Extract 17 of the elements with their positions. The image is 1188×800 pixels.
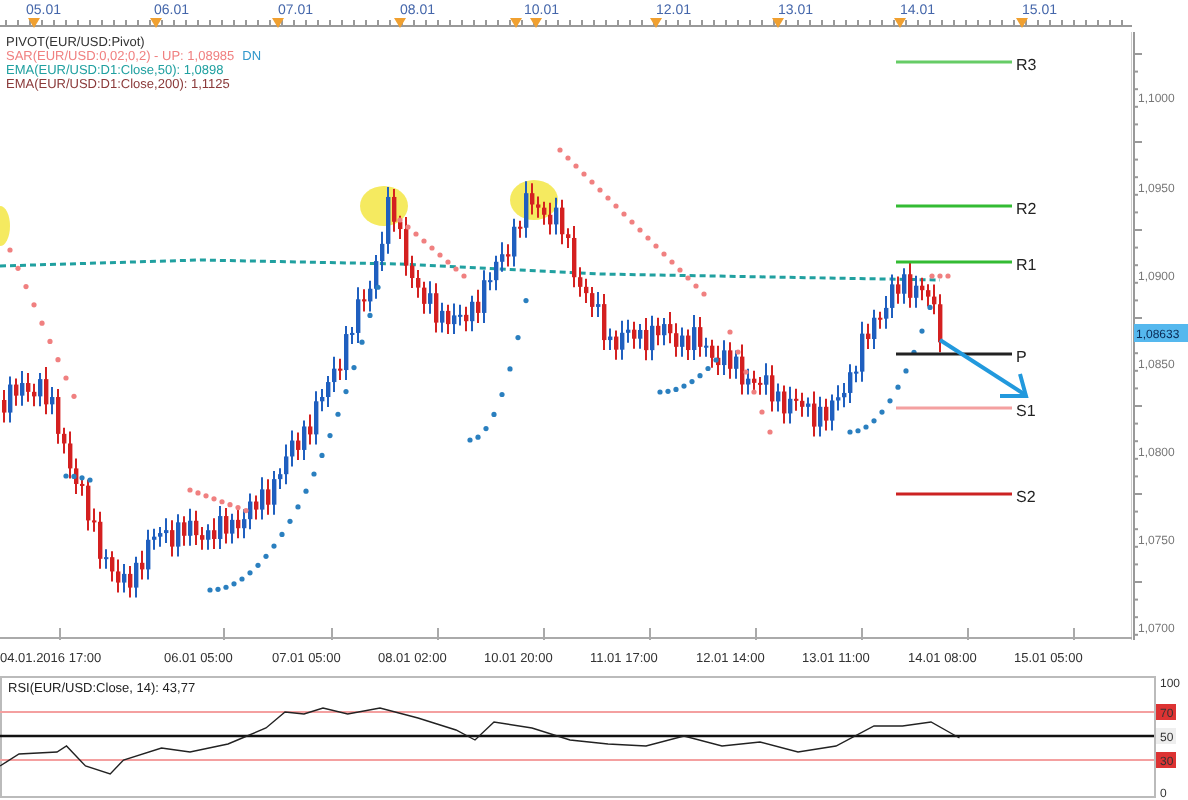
- marker-icon: [650, 18, 662, 28]
- marker-icon: [272, 18, 284, 28]
- pivot-label: P: [1016, 348, 1027, 366]
- marker-icon: [394, 18, 406, 28]
- marker-icon: [28, 18, 40, 28]
- marker-icon: [530, 18, 542, 28]
- pivot-label: R3: [1016, 56, 1037, 74]
- marker-icon: [510, 18, 522, 28]
- marker-icon: [772, 18, 784, 28]
- arrow-icon: [938, 338, 1029, 398]
- pivot-label: S2: [1016, 488, 1036, 506]
- pivot-label: S1: [1016, 402, 1036, 420]
- pivot-label: R2: [1016, 200, 1037, 218]
- marker-icon: [150, 18, 162, 28]
- marker-icon: [1016, 18, 1028, 28]
- marker-icon: [894, 18, 906, 28]
- pivot-label: R1: [1016, 256, 1037, 274]
